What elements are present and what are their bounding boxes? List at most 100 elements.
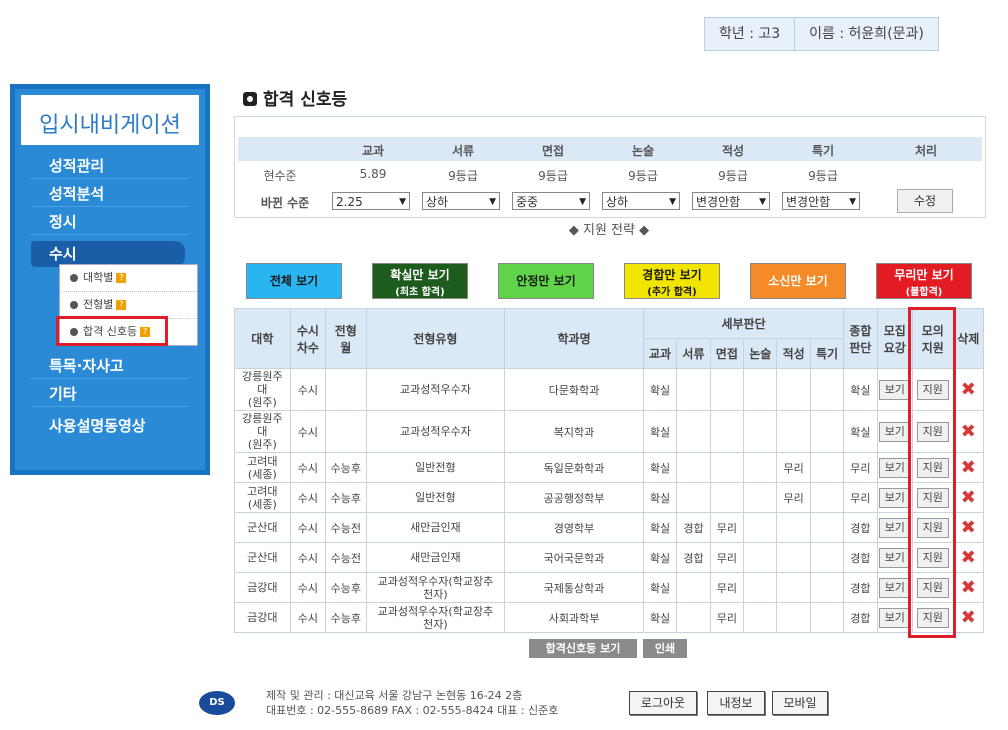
header-detail-col: 교과	[642, 338, 678, 369]
header-total: 종합 판단	[843, 308, 878, 369]
filter-all-button[interactable]: 전체 보기	[246, 263, 342, 299]
delete-icon[interactable]: ✖	[961, 457, 976, 478]
mock-column-highlight	[908, 307, 956, 638]
cell-detail: 확실	[642, 542, 678, 573]
select-aptitude[interactable]: 변경안함	[692, 192, 770, 211]
cell-univ: 고려대 (세종)	[234, 482, 291, 513]
mobile-button[interactable]: 모바일	[772, 691, 828, 715]
delete-icon[interactable]: ✖	[961, 379, 976, 400]
cell-detail: 무리	[709, 572, 745, 603]
view-button[interactable]: 보기	[878, 517, 911, 538]
view-button[interactable]: 보기	[878, 607, 911, 628]
help-icon: ?	[116, 273, 127, 283]
cell-detail	[743, 410, 778, 453]
header-detail-col: 적성	[776, 338, 811, 369]
cell-detail: 확실	[642, 572, 678, 603]
cell-detail	[676, 482, 711, 513]
cell-detail: 경합	[676, 542, 711, 573]
cell-detail: 확실	[642, 452, 678, 483]
cell-detail	[776, 542, 811, 573]
view-button[interactable]: 보기	[878, 577, 911, 598]
filter-unreasonable-button[interactable]: 무리만 보기 (불합격)	[876, 263, 972, 299]
menu-regular[interactable]: 정시	[31, 209, 189, 235]
view-button[interactable]: 보기	[878, 379, 911, 400]
filter-safe-button[interactable]: 안정만 보기	[498, 263, 594, 299]
cell-detail	[743, 452, 778, 483]
delete-icon[interactable]: ✖	[961, 607, 976, 628]
view-button[interactable]: 보기	[878, 421, 911, 442]
table-row: 강릉원주 대 (원주) 수시 교과성적우수자 복지학과 확실 확실 보기 지원 ✖	[234, 410, 985, 453]
cell-detail	[709, 368, 745, 411]
delete-icon[interactable]: ✖	[961, 421, 976, 442]
current-value: 9등급	[628, 169, 658, 183]
user-grade: 학년 : 고3	[719, 26, 781, 42]
level-header-cell: 교과	[361, 144, 385, 158]
delete-icon[interactable]: ✖	[961, 577, 976, 598]
current-value: 9등급	[718, 169, 748, 183]
delete-icon[interactable]: ✖	[961, 517, 976, 538]
print-button[interactable]: 인쇄	[643, 639, 687, 658]
menu-grades[interactable]: 성적관리	[31, 153, 189, 179]
apply-button[interactable]: 수정	[897, 189, 953, 213]
level-header-cell: 처리	[914, 144, 938, 158]
cell-detail: 확실	[642, 368, 678, 411]
myinfo-button[interactable]: 내정보	[707, 691, 765, 715]
cell-jtype: 새만금인재	[365, 512, 506, 543]
user-name: 이름 : 허윤희(문과)	[794, 18, 938, 50]
submenu-univ[interactable]: 대학별?	[60, 265, 197, 292]
menu-video[interactable]: 사용설명동영상	[31, 413, 189, 439]
cell-univ: 강릉원주 대 (원주)	[234, 368, 291, 411]
select-interview[interactable]: 중중	[512, 192, 590, 211]
cell-detail	[676, 452, 711, 483]
cell-type: 수능전	[325, 512, 367, 543]
cell-type: 수능후	[325, 452, 367, 483]
level-header-cell: 면접	[541, 144, 565, 158]
select-essay[interactable]: 상하	[602, 192, 680, 211]
view-button[interactable]: 보기	[878, 457, 911, 478]
cell-dept: 독일문화학과	[504, 452, 644, 483]
menu-etc[interactable]: 기타	[31, 381, 189, 407]
cell-round: 수시	[289, 482, 327, 513]
menu-analysis[interactable]: 성적분석	[31, 181, 189, 207]
cell-detail: 확실	[642, 602, 678, 633]
cell-detail	[776, 512, 811, 543]
signal-view-button[interactable]: 합격신호등 보기	[529, 639, 637, 658]
cell-univ: 군산대	[234, 512, 291, 543]
cell-type: 수능후	[325, 482, 367, 513]
delete-icon[interactable]: ✖	[961, 487, 976, 508]
filter-compete-button[interactable]: 경합만 보기 (추가 합격)	[624, 263, 720, 299]
bullet-icon	[70, 301, 78, 309]
header-detail: 세부판단	[642, 308, 845, 339]
header-detail-col: 면접	[709, 338, 745, 369]
select-subject[interactable]: 2.25	[332, 192, 410, 211]
ds-logo: DS	[199, 691, 235, 715]
cell-round: 수시	[289, 452, 327, 483]
cell-type	[325, 410, 367, 453]
cell-dept: 공공행정학부	[504, 482, 644, 513]
level-header-cell: 적성	[721, 144, 745, 158]
view-button[interactable]: 보기	[878, 487, 911, 508]
current-value: 9등급	[538, 169, 568, 183]
filter-belief-button[interactable]: 소신만 보기	[750, 263, 846, 299]
menu-special[interactable]: 특목·자사고	[31, 353, 189, 379]
select-documents[interactable]: 상하	[422, 192, 500, 211]
delete-icon[interactable]: ✖	[961, 547, 976, 568]
cell-total: 경합	[843, 572, 878, 603]
cell-delete: ✖	[952, 542, 985, 573]
cell-detail: 무리	[776, 452, 811, 483]
filter-sure-button[interactable]: 확실만 보기 (최초 합격)	[372, 263, 468, 299]
cell-type: 수능전	[325, 542, 367, 573]
current-value: 9등급	[448, 169, 478, 183]
submenu-type[interactable]: 전형별?	[60, 292, 197, 319]
cell-univ: 강릉원주 대 (원주)	[234, 410, 291, 453]
cell-detail: 무리	[709, 602, 745, 633]
view-button[interactable]: 보기	[878, 547, 911, 568]
cell-total: 경합	[843, 602, 878, 633]
table-row: 강릉원주 대 (원주) 수시 교과성적우수자 다문화학과 확실 확실 보기 지원 ✖	[234, 368, 985, 411]
cell-detail: 무리	[709, 542, 745, 573]
logout-button[interactable]: 로그아웃	[629, 691, 697, 715]
cell-round: 수시	[289, 368, 327, 411]
select-special[interactable]: 변경안함	[782, 192, 860, 211]
cell-detail	[809, 482, 845, 513]
footer-line1: 제작 및 관리 : 대신교육 서울 강남구 논현동 16-24 2층	[266, 689, 523, 702]
